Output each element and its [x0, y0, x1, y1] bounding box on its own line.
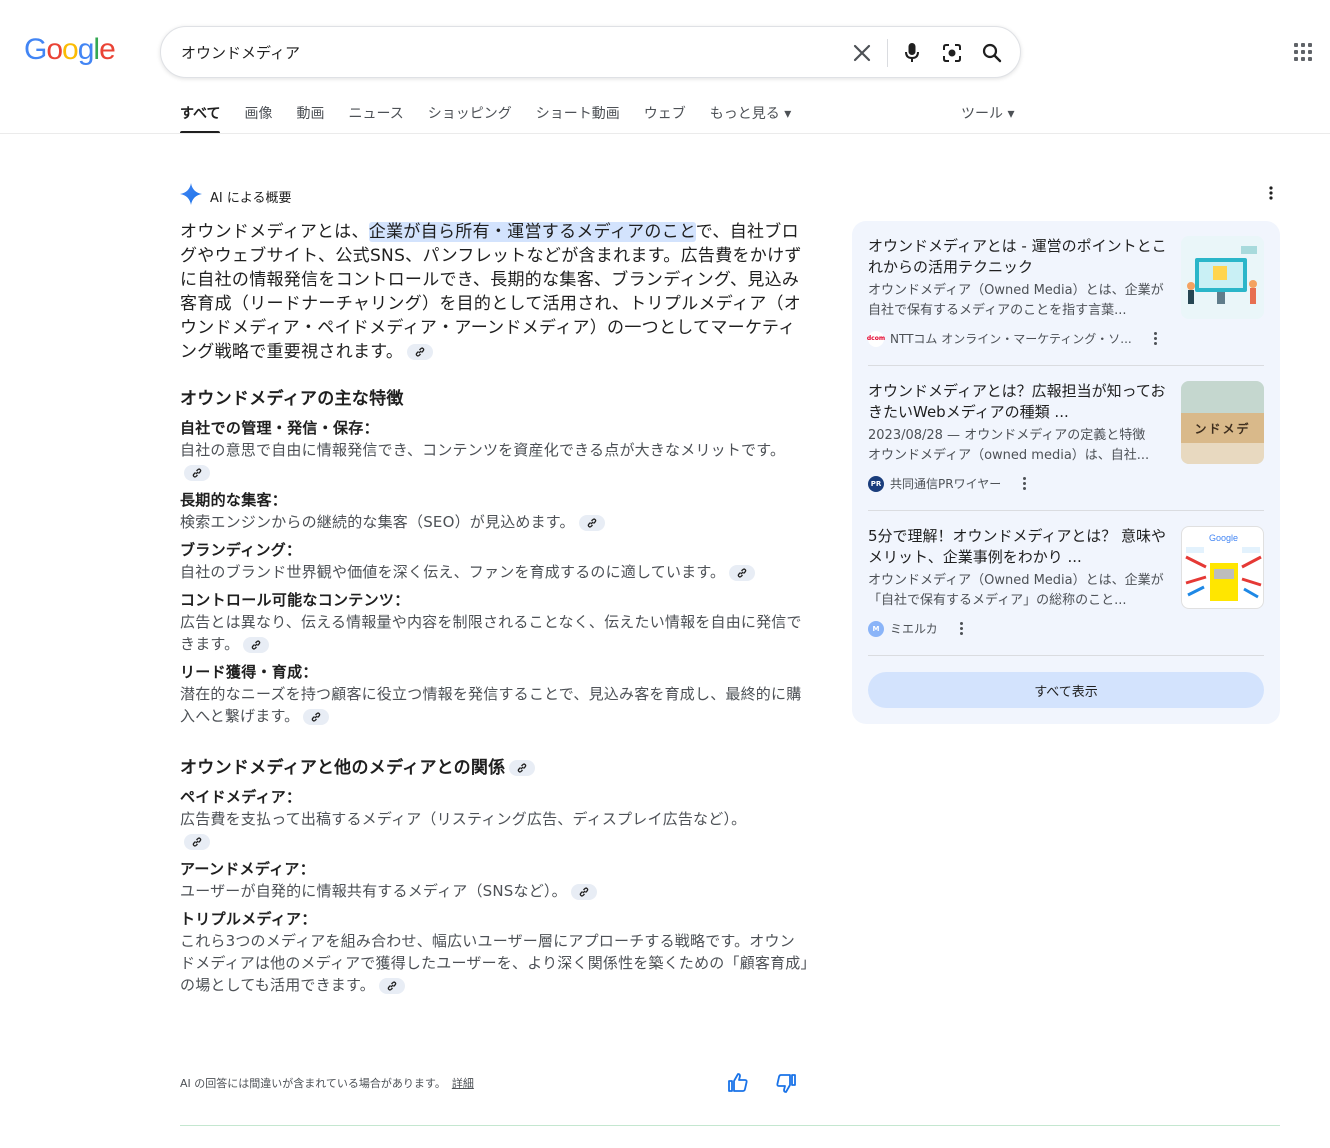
feature-title: 長期的な集客：: [180, 491, 288, 509]
source-divider: [868, 365, 1264, 366]
image-caption: ンドメデ: [1181, 413, 1264, 443]
source-card-image: ンドメデ: [1181, 381, 1264, 464]
feature-title: リード獲得・育成：: [180, 663, 318, 681]
intro-text: オウンドメディアとは、: [180, 222, 369, 242]
site-favicon: M: [868, 620, 884, 637]
feature-title: 自社での管理・発信・保存：: [180, 419, 379, 437]
mic-icon[interactable]: [899, 40, 925, 66]
intro-text: で、自社ブログやウェブサイト、公式SNS、パンフレットなどが含まれます。広告費を…: [180, 222, 802, 362]
tab-web[interactable]: ウェブ: [644, 100, 686, 134]
ai-overview-content: オウンドメディアとは、企業が自ら所有・運営するメディアのことで、自社ブログやウェ…: [180, 220, 810, 996]
link-icon[interactable]: [578, 514, 605, 531]
more-options-icon[interactable]: [1263, 185, 1279, 201]
site-favicon: dcom: [867, 330, 885, 347]
feature-desc: 自社のブランド世界観や価値を深く伝え、ファンを育成するのに適しています。: [180, 561, 810, 583]
feature-list: 自社での管理・発信・保存： 自社の意思で自由に情報発信でき、コンテンツを資産化で…: [180, 417, 810, 727]
relation-list: ペイドメディア： 広告費を支払って出稿するメディア（リスティング広告、ディスプレ…: [180, 786, 810, 996]
tab-shopping[interactable]: ショッピング: [428, 100, 512, 134]
ai-disclaimer: AI の回答には間違いが含まれている場合があります。 詳細: [180, 1075, 474, 1091]
tab-news[interactable]: ニュース: [348, 100, 403, 134]
more-options-icon[interactable]: [959, 622, 963, 635]
source-card-site: M ミエルカ: [868, 620, 963, 637]
ai-intro-paragraph: オウンドメディアとは、企業が自ら所有・運営するメディアのことで、自社ブログやウェ…: [180, 220, 810, 364]
source-card[interactable]: オウンドメディアとは - 運営のポイントとこれからの活用テクニック オウンドメデ…: [867, 236, 1264, 366]
header-divider: [0, 133, 1330, 134]
more-options-icon[interactable]: [1153, 332, 1157, 345]
google-logo[interactable]: Google: [24, 33, 116, 67]
relation-title: トリプルメディア：: [180, 910, 317, 928]
feature-title: コントロール可能なコンテンツ：: [180, 591, 410, 609]
close-icon[interactable]: [849, 40, 875, 66]
site-name: ミエルカ: [890, 622, 938, 636]
relation-desc: これら3つのメディアを組み合わせ、幅広いユーザー層にアプローチする戦略です。オウ…: [180, 932, 809, 994]
section-title-features: オウンドメディアの主な特徴: [180, 389, 404, 409]
disclaimer-text: AI の回答には間違いが含まれている場合があります。: [180, 1077, 446, 1090]
source-card[interactable]: 5分で理解！オウンドメディアとは？ 意味やメリット、企業事例をわかり ... オ…: [868, 526, 1264, 656]
search-icon[interactable]: [979, 40, 1005, 66]
feature-title: ブランディング：: [180, 541, 302, 559]
feature-desc: 自社の意思で自由に情報発信でき、コンテンツを資産化できる点が大きなメリットです。: [180, 439, 810, 483]
feature-desc: 広告とは異なり、伝える情報量や内容を制限されることなく、伝えたい情報を自由に発信…: [180, 613, 802, 653]
search-divider: [887, 39, 888, 67]
source-card-title[interactable]: オウンドメディアとは - 運営のポイントとこれからの活用テクニック: [868, 236, 1173, 278]
source-card-site: PR 共同通信PRワイヤー: [868, 475, 1027, 492]
source-card-desc: オウンドメディア（Owned Media）とは、企業が自社で保有するメディアのこ…: [868, 283, 1164, 318]
show-all-button[interactable]: すべて表示: [868, 672, 1264, 708]
apps-grid-icon[interactable]: [1294, 43, 1312, 61]
source-card-desc: オウンドメディア（Owned Media）とは、企業が「自社で保有するメディア」…: [868, 573, 1164, 608]
link-icon[interactable]: [303, 708, 330, 725]
search-box: [160, 26, 1021, 78]
source-card-desc: 2023/08/28 — オウンドメディアの定義と特徴 オウンドメディア（own…: [868, 428, 1150, 463]
source-card-image: [1181, 236, 1264, 319]
relation-desc: 広告費を支払って出稿するメディア（リスティング広告、ディスプレイ広告など）。: [180, 808, 750, 852]
link-icon[interactable]: [729, 564, 756, 581]
relation-desc: ユーザーが自発的に情報共有するメディア（SNSなど）。: [180, 880, 810, 902]
source-card-title[interactable]: 5分で理解！オウンドメディアとは？ 意味やメリット、企業事例をわかり ...: [868, 526, 1173, 568]
more-options-icon[interactable]: [1023, 477, 1027, 490]
tab-images[interactable]: 画像: [244, 100, 272, 134]
section-title-relations: オウンドメディアと他のメディアとの関係: [180, 753, 810, 778]
sources-panel: オウンドメディアとは - 運営のポイントとこれからの活用テクニック オウンドメデ…: [852, 221, 1280, 724]
site-name: NTTコム オンライン・マーケティング・ソ...: [890, 332, 1132, 346]
source-card-site: dcom NTTコム オンライン・マーケティング・ソ...: [867, 330, 1157, 347]
relation-title: ペイドメディア：: [180, 788, 302, 806]
relation-title: アーンドメディア：: [180, 860, 316, 878]
feature-desc: 検索エンジンからの継続的な集客（SEO）が見込めます。: [180, 511, 810, 533]
lens-icon[interactable]: [939, 40, 965, 66]
site-name: 共同通信PRワイヤー: [890, 477, 1002, 491]
ai-overview-header: AI による概要: [180, 183, 291, 209]
link-icon[interactable]: [243, 636, 270, 653]
ai-overview-bottom-divider: [180, 1125, 1280, 1126]
search-tabs: すべて 画像 動画 ニュース ショッピング ショート動画 ウェブ もっと見る ▾: [180, 100, 815, 134]
gemini-sparkle-icon: [180, 183, 202, 209]
link-icon[interactable]: [184, 464, 210, 481]
source-card-title[interactable]: オウンドメディアとは？広報担当が知っておきたいWebメディアの種類 ...: [868, 381, 1173, 423]
source-card-image: Google: [1181, 526, 1264, 609]
tab-all[interactable]: すべて: [180, 100, 221, 134]
tab-videos[interactable]: 動画: [296, 100, 324, 134]
thumbs-up-icon[interactable]: [727, 1072, 749, 1094]
tab-short-videos[interactable]: ショート動画: [536, 100, 620, 134]
source-divider: [868, 655, 1264, 656]
search-input[interactable]: [181, 39, 821, 65]
feature-desc: 潜在的なニーズを持つ顧客に役立つ情報を発信することで、見込み客を育成し、最終的に…: [180, 685, 802, 725]
link-icon[interactable]: [184, 833, 210, 850]
source-card[interactable]: オウンドメディアとは？広報担当が知っておきたいWebメディアの種類 ... 20…: [868, 381, 1264, 511]
intro-highlight: 企業が自ら所有・運営するメディアのこと: [368, 222, 696, 242]
tools-button[interactable]: ツール ▾: [961, 103, 1014, 123]
link-icon[interactable]: [407, 344, 434, 360]
link-icon[interactable]: [378, 977, 405, 994]
site-favicon: PR: [868, 475, 884, 492]
ai-overview-label: AI による概要: [210, 190, 292, 206]
source-divider: [868, 510, 1264, 511]
details-link[interactable]: 詳細: [452, 1077, 474, 1090]
tab-more[interactable]: もっと見る ▾: [710, 100, 791, 134]
link-icon[interactable]: [509, 760, 536, 776]
thumbs-down-icon[interactable]: [775, 1072, 797, 1094]
link-icon[interactable]: [570, 883, 597, 900]
